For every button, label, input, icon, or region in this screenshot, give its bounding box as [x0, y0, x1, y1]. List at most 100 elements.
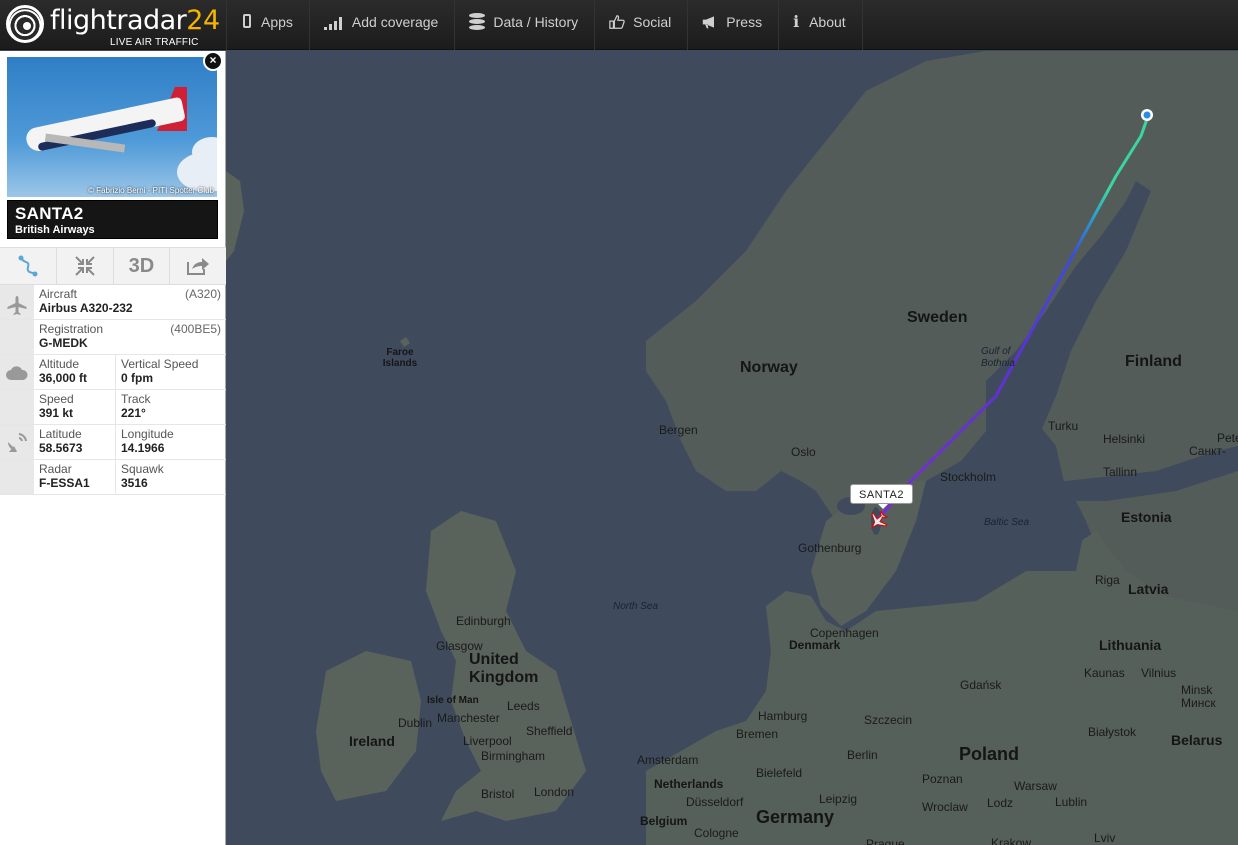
speed-row: Speed 391 kt Track 221°	[0, 390, 226, 425]
city-birmingham: Birmingham	[481, 749, 546, 763]
info-side-blank	[0, 320, 34, 354]
track-cell: Track 221°	[116, 390, 226, 424]
top-navbar: flightradar24 LIVE AIR TRAFFIC Apps Add …	[0, 0, 1238, 50]
center-aircraft-button[interactable]	[56, 248, 114, 284]
radar-row: Radar F-ESSA1 Squawk 3516	[0, 460, 226, 495]
city-kaunas: Kaunas	[1084, 666, 1125, 680]
label-estonia: Estonia	[1121, 509, 1172, 525]
label-denmark: Denmark	[789, 638, 841, 652]
city-turku: Turku	[1048, 419, 1079, 433]
registration-value: G-MEDK	[39, 336, 88, 350]
city-dusseldorf: Düsseldorf	[686, 795, 744, 809]
longitude-cell: Longitude 14.1966	[116, 425, 226, 459]
label-north-sea: North Sea	[613, 601, 659, 612]
label-norway: Norway	[740, 359, 798, 376]
city-liverpool: Liverpool	[463, 734, 512, 748]
land-faroe	[400, 337, 410, 347]
squawk-cell: Squawk 3516	[116, 460, 226, 494]
label-baltic-sea: Baltic Sea	[984, 517, 1030, 528]
flight-callsign-tag[interactable]: SANTA2	[850, 484, 913, 509]
position-row: Latitude 58.5673 Longitude 14.1966	[0, 425, 226, 460]
flight-info-panel: © Fabrizio Berni - PITI Spotter Club × S…	[0, 51, 226, 845]
city-manchester: Manchester	[437, 711, 500, 725]
nav-data-history-label: Data / History	[493, 14, 579, 30]
aircraft-label: Aircraft	[39, 287, 78, 301]
city-minsk-cyrillic: Минск	[1181, 696, 1216, 710]
city-copenhagen: Copenhagen	[810, 626, 879, 640]
city-vilnius: Vilnius	[1141, 666, 1177, 680]
city-hamburg: Hamburg	[758, 709, 808, 723]
city-lublin: Lublin	[1055, 795, 1088, 809]
speed-label: Speed	[39, 392, 74, 406]
close-panel-button[interactable]: ×	[203, 51, 223, 71]
city-szczecin: Szczecin	[864, 713, 913, 727]
altitude-label: Altitude	[39, 357, 80, 371]
city-berlin: Berlin	[847, 748, 878, 762]
city-leeds: Leeds	[507, 699, 540, 713]
logo-subtitle: LIVE AIR TRAFFIC	[110, 37, 199, 48]
altitude-row: Altitude 36,000 ft Vertical Speed 0 fpm	[0, 355, 226, 390]
city-minsk: Minsk	[1181, 683, 1213, 697]
registration-label: Registration	[39, 322, 104, 336]
label-sweden: Sweden	[907, 309, 968, 326]
logo-text: flightradar24	[50, 5, 220, 36]
city-peter: Pete	[1217, 431, 1238, 445]
city-riga: Riga	[1095, 573, 1120, 587]
radar-logo-icon	[6, 5, 44, 43]
compress-icon	[74, 256, 95, 276]
megaphone-icon	[703, 16, 715, 29]
share-button[interactable]	[170, 248, 226, 284]
label-gulf-of-bothnia: Gulf of Bothnia	[981, 346, 1015, 369]
info-side-weather	[0, 355, 34, 389]
latitude-value: 58.5673	[39, 441, 83, 455]
track-label: Track	[121, 392, 151, 406]
nav-about[interactable]: i About	[778, 0, 863, 50]
nav-press[interactable]: Press	[687, 0, 778, 50]
nav-apps-label: Apps	[261, 14, 293, 30]
vertical-speed-value: 0 fpm	[121, 371, 154, 385]
info-icon: i	[793, 12, 800, 31]
nav-social[interactable]: Social	[594, 0, 687, 50]
registration-cell: Registration G-MEDK (400BE5)	[34, 320, 226, 354]
thumbs-up-icon	[609, 15, 625, 29]
city-bristol: Bristol	[481, 787, 515, 801]
phone-icon	[243, 14, 251, 28]
flight-tools-bar: 3D	[0, 247, 226, 285]
callsign: SANTA2	[15, 204, 84, 223]
city-prague: Praque	[866, 837, 905, 845]
label-belgium: Belgium	[640, 814, 688, 828]
label-poland: Poland	[959, 744, 1020, 764]
city-gdansk: Gdańsk	[960, 678, 1002, 692]
radar-label: Radar	[39, 462, 72, 476]
city-st-petersburg-cyrillic: Санкт-	[1189, 444, 1226, 458]
city-stockholm: Stockholm	[940, 470, 997, 484]
city-lviv: Lviv	[1094, 831, 1116, 845]
registration-row: Registration G-MEDK (400BE5)	[0, 320, 226, 355]
aircraft-photo[interactable]: © Fabrizio Berni - PITI Spotter Club	[7, 57, 217, 197]
longitude-value: 14.1966	[121, 441, 165, 455]
aircraft-type-code: (A320)	[184, 287, 221, 301]
nav-social-label: Social	[633, 14, 672, 30]
main-nav: Apps Add coverage Data / History Social …	[226, 0, 863, 50]
vertical-speed-label: Vertical Speed	[121, 357, 199, 371]
aircraft-row: Aircraft Airbus A320-232 (A320)	[0, 285, 226, 320]
flight-map[interactable]: SANTA2 Sweden Norway Finland Estonia Lat…	[226, 51, 1238, 845]
land-left-edge	[226, 171, 244, 261]
nav-data-history[interactable]: Data / History	[454, 0, 594, 50]
squawk-label: Squawk	[121, 462, 164, 476]
label-germany: Germany	[756, 807, 835, 827]
show-route-button[interactable]	[0, 248, 57, 284]
radar-cell: Radar F-ESSA1	[34, 460, 116, 494]
flightradar24-logo[interactable]: flightradar24 LIVE AIR TRAFFIC	[6, 4, 220, 48]
database-icon	[469, 13, 486, 31]
city-bergen: Bergen	[659, 423, 698, 437]
nav-add-coverage[interactable]: Add coverage	[308, 0, 454, 50]
nav-apps[interactable]: Apps	[226, 0, 309, 50]
speed-value: 391 kt	[39, 406, 74, 420]
3d-view-button[interactable]: 3D	[113, 248, 171, 284]
city-bialystok: Białystok	[1088, 725, 1137, 739]
aircraft-value: Airbus A320-232	[39, 301, 133, 315]
satellite-dish-icon	[8, 433, 27, 452]
city-gothenburg: Gothenburg	[798, 541, 862, 555]
mode-s-code: (400BE5)	[170, 322, 221, 336]
